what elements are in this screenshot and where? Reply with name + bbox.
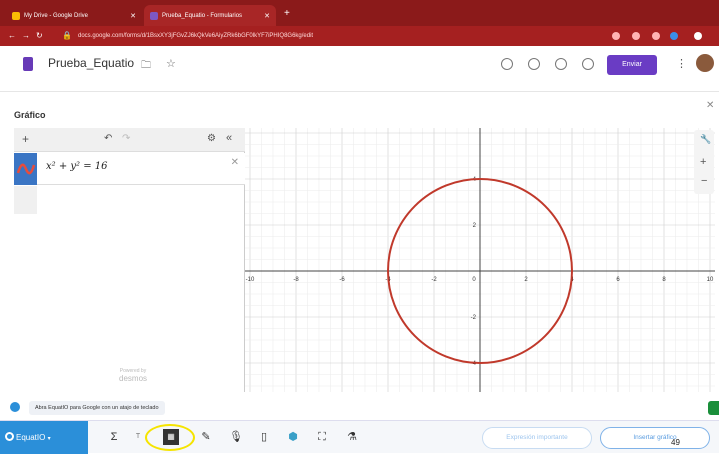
lab-icon[interactable]: ⚗	[344, 429, 360, 445]
wrench-icon[interactable]: 🔧	[700, 134, 711, 145]
palette-icon[interactable]	[528, 58, 540, 70]
close-tab-icon[interactable]: ✕	[264, 12, 270, 20]
address-bar: ← → ↻ 🔒 docs.google.com/forms/d/1BsxXY3j…	[0, 26, 719, 46]
watermark-text: desmos	[119, 374, 148, 383]
preview-icon[interactable]	[555, 58, 567, 70]
forms-icon	[150, 11, 158, 20]
send-button[interactable]: Enviar	[607, 55, 657, 75]
tab-label: Prueba_Equatio - Formularios	[162, 12, 243, 19]
expression-list: + ↶ ↷ ⚙ « x² + y² = 16 ✕ Powered by desm…	[14, 128, 245, 392]
mobile-icon[interactable]: ▯	[256, 429, 272, 445]
graph-canvas[interactable]: -10 -8 -6 -4 -2 0 2 4 6 8 10 -4 -2 2 4	[245, 128, 715, 392]
graph-svg[interactable]: -10 -8 -6 -4 -2 0 2 4 6 8 10-4-224	[245, 128, 715, 392]
insert-graph-button[interactable]: Insertar gráfico	[600, 427, 710, 449]
tab-label: My Drive - Google Drive	[24, 12, 89, 19]
url-field[interactable]: docs.google.com/forms/d/1BsxXY3jFGvZJ6kQ…	[78, 30, 598, 42]
tab-prueba-equatio[interactable]: Prueba_Equatio - Formularios ✕	[144, 5, 276, 26]
handwriting-icon[interactable]: ✎	[198, 429, 214, 445]
undo-icon[interactable]: ↶	[104, 133, 112, 144]
text-icon[interactable]: T	[130, 429, 146, 445]
zoom-in-icon[interactable]: +	[700, 156, 706, 168]
add-expression-icon[interactable]: +	[22, 132, 29, 146]
addon-icon[interactable]	[501, 58, 513, 70]
expression-toolbar: + ↶ ↷ ⚙ «	[14, 128, 245, 152]
extension-icon[interactable]	[632, 32, 640, 40]
tab-my-drive[interactable]: My Drive - Google Drive ✕	[6, 5, 142, 26]
forward-icon[interactable]: →	[22, 31, 30, 40]
x-tick-label: 10	[707, 277, 714, 283]
star-icon[interactable]: ☆	[166, 57, 176, 70]
panel-title: Gráfico	[14, 110, 46, 120]
equatio-extension-icon[interactable]	[670, 32, 678, 40]
forms-logo-icon	[23, 57, 33, 71]
more-options-icon[interactable]: ⋮	[676, 57, 687, 70]
avatar[interactable]	[696, 54, 714, 72]
desmos-watermark: Powered by desmos	[119, 368, 147, 383]
back-icon[interactable]: ←	[8, 31, 16, 40]
x-tick-label: 2	[524, 277, 528, 283]
hint-bar: Abra EquatIO para Google con un atajo de…	[0, 398, 719, 418]
x-tick-label: 6	[616, 277, 620, 283]
gear-icon[interactable]: ⚙	[207, 133, 216, 144]
extension-icon[interactable]	[612, 32, 620, 40]
x-tick-label: -10	[246, 277, 255, 283]
forms-header: Prueba_Equatio 🗀 ☆ Enviar ⋮	[0, 46, 719, 92]
info-icon	[10, 402, 20, 412]
equatio-logo-icon	[5, 432, 14, 441]
expression-row[interactable]: x² + y² = 16 ✕	[14, 153, 245, 185]
graph-tools: 🔧 + −	[694, 130, 714, 194]
profile-icon[interactable]	[694, 32, 702, 40]
document-title[interactable]: Prueba_Equatio	[48, 56, 134, 70]
page-number: 49	[671, 438, 680, 447]
brand-label: EquatIO	[16, 433, 46, 442]
lock-icon: 🔒	[62, 31, 72, 40]
y-tick-label: 2	[473, 223, 477, 229]
math-icon[interactable]: Σ	[106, 429, 122, 445]
side-tab-icon[interactable]	[708, 401, 719, 415]
collapse-icon[interactable]: «	[226, 132, 232, 144]
screenshot-icon[interactable]: ⛶	[314, 429, 330, 445]
folder-icon[interactable]: 🗀	[141, 58, 151, 75]
x-tick-label: 8	[662, 277, 666, 283]
highlight-annotation	[145, 424, 195, 451]
y-tick-label: -2	[471, 315, 477, 321]
reload-icon[interactable]: ↻	[36, 31, 43, 40]
equatio-menu-button[interactable]: EquatIO ▾	[0, 421, 88, 454]
new-expression-row[interactable]	[14, 186, 37, 214]
chemistry-icon[interactable]: ⬢	[285, 429, 301, 445]
delete-expression-icon[interactable]: ✕	[231, 157, 239, 168]
equatio-toolbar: EquatIO ▾ Σ T ▦ ✎ 🎙 ▯ ⬢ ⛶ ⚗ Expresión im…	[0, 420, 719, 454]
speech-icon[interactable]: 🎙	[228, 429, 244, 445]
hint-text: Abra EquatIO para Google con un atajo de…	[29, 401, 165, 415]
x-tick-label: 0	[472, 277, 476, 283]
x-tick-label: -6	[339, 277, 345, 283]
expression-color-tab[interactable]	[14, 153, 37, 185]
x-tick-label: -8	[293, 277, 299, 283]
zoom-out-icon[interactable]: −	[701, 175, 707, 187]
curve-style-icon	[16, 163, 36, 175]
drive-icon	[12, 11, 20, 20]
settings-icon[interactable]	[582, 58, 594, 70]
new-tab-icon[interactable]: +	[284, 8, 290, 19]
close-icon[interactable]: ✕	[706, 100, 714, 111]
extension-icon[interactable]	[652, 32, 660, 40]
expression-input[interactable]: x² + y² = 16	[46, 161, 108, 172]
close-tab-icon[interactable]: ✕	[130, 12, 136, 20]
browser-tab-bar: My Drive - Google Drive ✕ Prueba_Equatio…	[0, 0, 719, 26]
redo-icon[interactable]: ↷	[122, 133, 130, 144]
import-expression-button[interactable]: Expresión importante	[482, 427, 592, 449]
chevron-down-icon: ▾	[47, 436, 51, 442]
x-tick-label: -2	[431, 277, 437, 283]
